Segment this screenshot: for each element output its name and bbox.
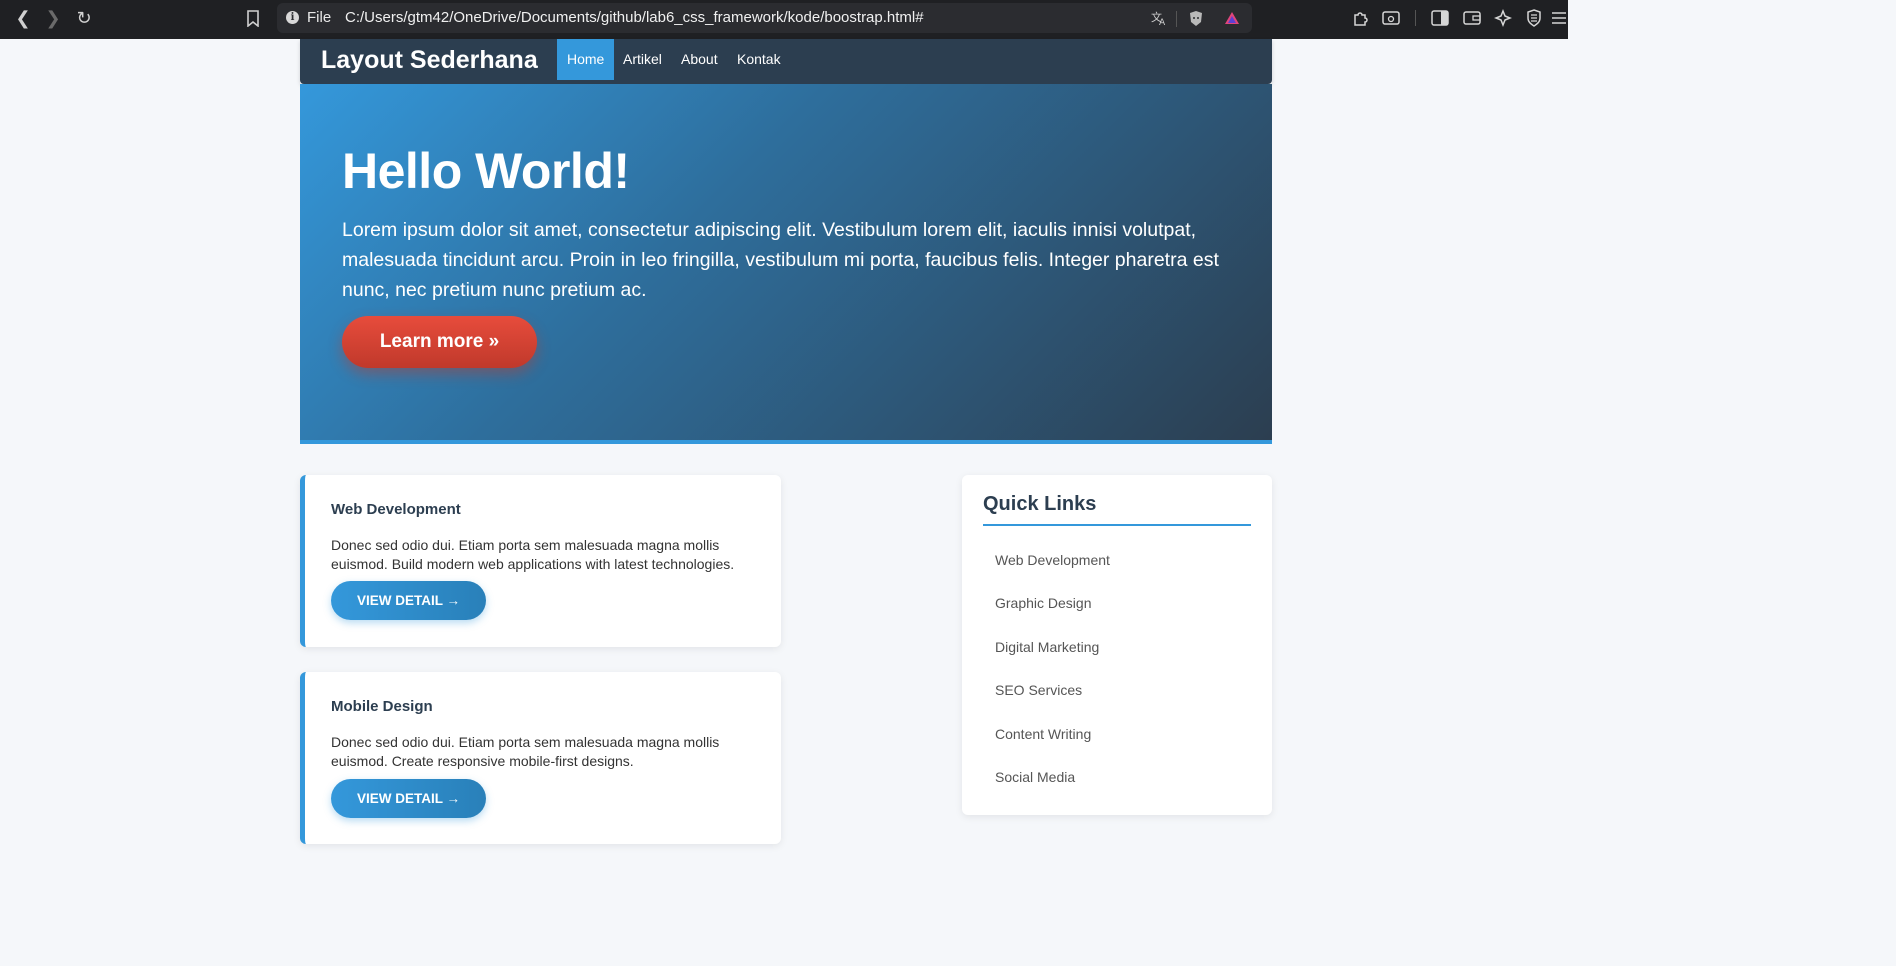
extensions-icon[interactable]: [1350, 7, 1372, 29]
view-detail-button[interactable]: VIEW DETAIL →: [331, 779, 486, 818]
reload-icon[interactable]: ↻: [72, 6, 96, 30]
view-detail-button[interactable]: VIEW DETAIL →: [331, 581, 486, 620]
forward-arrow-icon[interactable]: ❯: [41, 6, 65, 30]
brand-title[interactable]: Layout Sederhana: [321, 46, 538, 75]
quick-link-digital-marketing[interactable]: Digital Marketing: [995, 639, 1099, 655]
quick-link-graphic-design[interactable]: Graphic Design: [995, 595, 1092, 611]
back-arrow-icon[interactable]: ❮: [11, 6, 35, 30]
search-tabs-icon[interactable]: [1380, 7, 1402, 29]
menu-icon[interactable]: [1548, 7, 1570, 29]
service-card: Web Development Donec sed odio dui. Etia…: [300, 475, 781, 647]
browser-toolbar: ❮ ❯ ↻ i File C:/Users/gtm42/OneDrive/Doc…: [0, 0, 1568, 39]
nav-artikel[interactable]: Artikel: [613, 39, 672, 80]
quick-link-seo-services[interactable]: SEO Services: [995, 682, 1082, 698]
wallet-icon[interactable]: [1461, 7, 1483, 29]
nav-home[interactable]: Home: [557, 39, 615, 80]
service-card: Mobile Design Donec sed odio dui. Etiam …: [300, 672, 781, 844]
rewards-icon[interactable]: [1223, 9, 1241, 27]
quick-link-content-writing[interactable]: Content Writing: [995, 726, 1091, 742]
translate-icon[interactable]: 文A: [1150, 9, 1168, 27]
hero-text: Lorem ipsum dolor sit amet, consectetur …: [342, 219, 1219, 301]
quick-link-social-media[interactable]: Social Media: [995, 769, 1075, 785]
card-title: Mobile Design: [331, 698, 433, 715]
card-title: Web Development: [331, 501, 461, 518]
card-text: Donec sed odio dui. Etiam porta sem male…: [331, 734, 720, 769]
brave-shield-icon[interactable]: [1187, 9, 1205, 27]
url-text[interactable]: C:/Users/gtm42/OneDrive/Documents/github…: [345, 9, 924, 26]
vpn-icon[interactable]: [1523, 7, 1545, 29]
title-underline: [983, 524, 1251, 526]
hero-section: Hello World! Lorem ipsum dolor sit amet,…: [300, 84, 1272, 444]
nav-about[interactable]: About: [671, 39, 728, 80]
quick-link-web-development[interactable]: Web Development: [995, 552, 1110, 568]
quick-links-sidebar: Quick Links Web Development Graphic Desi…: [962, 475, 1272, 815]
nav-kontak[interactable]: Kontak: [727, 39, 791, 80]
hero-title: Hello World!: [342, 143, 630, 199]
learn-more-button[interactable]: Learn more »: [342, 316, 537, 368]
sidebar-title: Quick Links: [983, 493, 1097, 515]
leo-ai-icon[interactable]: [1492, 7, 1514, 29]
url-scheme: File: [307, 9, 332, 26]
card-text: Donec sed odio dui. Etiam porta sem male…: [331, 537, 735, 572]
bookmark-icon[interactable]: [241, 6, 265, 30]
info-icon[interactable]: i: [286, 11, 299, 24]
svg-text:A: A: [1159, 18, 1166, 26]
address-bar[interactable]: i File C:/Users/gtm42/OneDrive/Documents…: [277, 3, 1252, 33]
sidebar-icon[interactable]: [1429, 7, 1451, 29]
site-navbar: Layout Sederhana Home Artikel About Kont…: [300, 39, 1272, 84]
